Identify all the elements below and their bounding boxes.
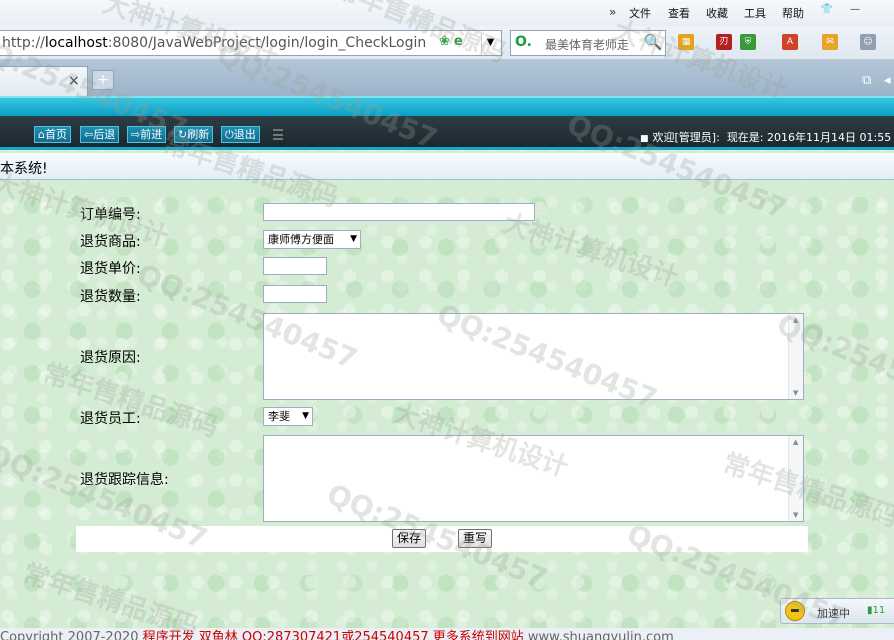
search-placeholder: 最美体育老师走 [545,38,630,52]
product-label: 退货商品: [80,234,141,250]
reason-scrollbar[interactable]: ▲ ▼ [788,314,803,399]
bullet-icon: ■ [640,134,649,144]
tracking-textarea[interactable]: ▲ ▼ [263,435,804,522]
quantity-label: 退货数量: [80,289,141,305]
home-button[interactable]: ⌂首页 [34,126,71,143]
reason-label: 退货原因: [80,350,141,366]
employee-select[interactable]: 李斐 ▼ [263,407,313,426]
scroll-up-icon[interactable]: ▲ [793,316,798,324]
forward-button[interactable]: ⇨前进 [127,126,167,143]
system-title-bar: 本系统! [0,153,894,180]
browser-addressbar: http://localhost:8080/JavaWebProject/log… [0,26,894,60]
form-button-row: 保存 重写 [76,526,808,552]
scroll-down-icon[interactable]: ▼ [793,389,798,397]
scroll-down-icon[interactable]: ▼ [793,511,798,519]
browser-menubar: » 文件 查看 收藏 工具 帮助 👕 — [0,0,894,26]
tab-scroll-icon[interactable]: ◂ [884,73,891,88]
ie-compat-icon[interactable]: e [454,34,463,49]
url-dropdown-icon[interactable]: ▼ [481,34,499,52]
employee-label: 退货员工: [80,411,141,427]
skin-icon[interactable]: 👕 [818,4,836,20]
order-no-input[interactable] [263,203,535,221]
menu-favorites[interactable]: 收藏 [706,5,728,21]
status-text: Copyright 2007-2020 程序开发 双鱼林 QQ:28730742… [0,630,674,640]
shield-icon[interactable]: ⛨ [740,34,756,50]
welcome-text: ■ 欢迎[管理员]: 现在是: 2016年11月14日 01:55 [640,131,892,144]
search-engine-icon[interactable]: O. [515,34,532,50]
new-tab-button[interactable]: + [92,70,114,90]
mascot-icon [785,601,805,621]
price-label: 退货单价: [80,261,141,277]
speed-widget[interactable]: 加速中 ▮11 [780,598,894,624]
logout-button[interactable]: ⏻退出 [221,126,260,143]
tab-list-icon[interactable]: ⧉ [862,73,871,88]
active-tab[interactable]: × [0,66,88,96]
chevron-down-icon: ▼ [350,234,357,244]
url-input[interactable]: http://localhost:8080/JavaWebProject/log… [0,30,502,56]
reason-textarea[interactable]: ▲ ▼ [263,313,804,400]
menu-file[interactable]: 文件 [629,5,651,21]
menu-tools[interactable]: 工具 [744,5,766,21]
adblock-icon[interactable]: A [782,34,798,50]
tool-red-icon[interactable]: 刃 [716,34,732,50]
chevron-down-icon: ▼ [302,411,309,421]
order-no-label: 订单编号: [80,207,141,223]
save-button[interactable]: 保存 [392,529,427,548]
top-navbar: ⌂首页 ⇦后退 ⇨前进 ↻刷新 ⏻退出 ■ 欢迎[管理员]: 现在是: 2016年… [0,116,894,150]
app-grid-icon[interactable]: ▦ [678,34,694,50]
minimize-icon[interactable]: — [846,4,864,20]
close-tab-icon[interactable]: × [68,73,80,89]
reset-button[interactable]: 重写 [458,529,493,548]
refresh-button[interactable]: ↻刷新 [174,126,214,143]
speed-label: 加速中 [817,607,850,620]
menu-view[interactable]: 查看 [668,5,690,21]
addon-icon[interactable]: ✉ [822,34,838,50]
system-text: 本系统! [0,161,48,177]
url-status-icons: ❀ e [439,34,463,49]
menu-lines-icon[interactable] [273,129,283,140]
green-leaf-icon: ❀ [439,34,450,49]
scroll-up-icon[interactable]: ▲ [793,438,798,446]
price-input[interactable] [263,257,327,275]
menu-overflow-chevron[interactable]: » [609,5,616,19]
game-icon[interactable]: ☺ [860,34,876,50]
tracking-scrollbar[interactable]: ▲ ▼ [788,436,803,521]
datetime-text: 2016年11月14日 01:55 [767,131,892,144]
menu-help[interactable]: 帮助 [782,5,804,21]
product-select[interactable]: 康师傅方便面 ▼ [263,230,361,249]
back-button[interactable]: ⇦后退 [80,126,120,143]
quantity-input[interactable] [263,285,327,303]
search-magnifier-icon[interactable]: 🔍 [640,30,666,56]
url-text: http://localhost:8080/JavaWebProject/log… [2,35,427,51]
browser-tabbar: × + ⧉ ◂ [0,60,894,96]
tracking-label: 退货跟踪信息: [80,472,169,488]
status-bar: Copyright 2007-2020 程序开发 双鱼林 QQ:28730742… [0,628,894,640]
header-banner [0,96,894,116]
signal-icon: ▮11 [867,605,886,616]
page-content: ⌂首页 ⇦后退 ⇨前进 ↻刷新 ⏻退出 ■ 欢迎[管理员]: 现在是: 2016年… [0,96,894,640]
